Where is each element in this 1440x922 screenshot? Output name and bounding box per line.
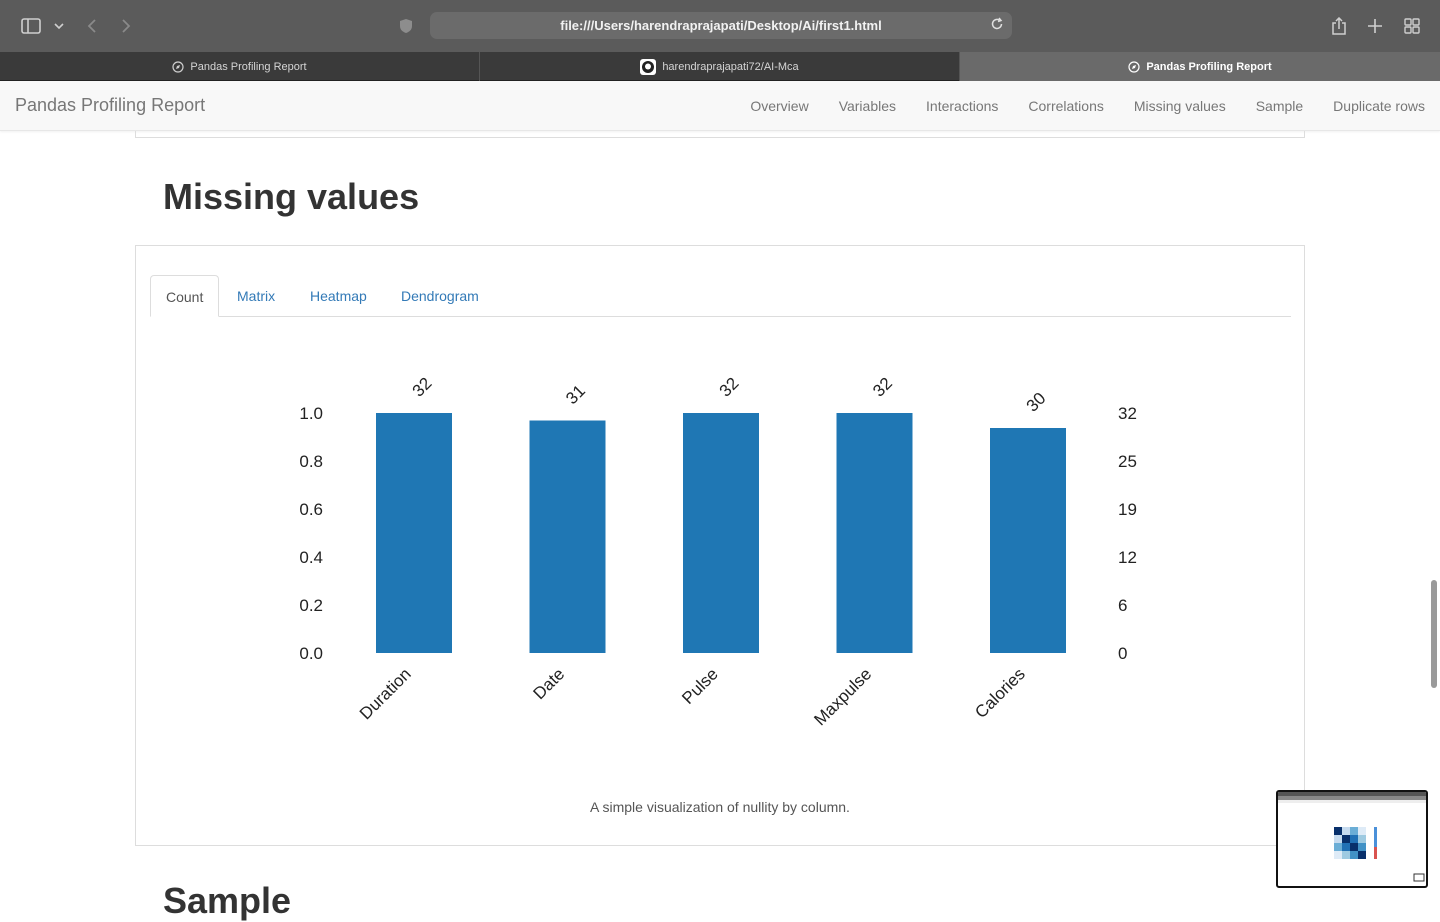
y-right-tick-label: 19 — [1118, 500, 1137, 519]
picture-in-picture-preview[interactable] — [1276, 790, 1428, 888]
page-scrollbar[interactable] — [1431, 580, 1437, 688]
chart-caption: A simple visualization of nullity by col… — [590, 799, 850, 815]
shield-icon[interactable] — [397, 14, 415, 38]
browser-tab-3[interactable]: Pandas Profiling Report — [960, 52, 1440, 81]
forward-icon[interactable] — [118, 14, 134, 38]
x-tick-label: Calories — [971, 664, 1029, 722]
bar-calories — [990, 428, 1066, 653]
y-left-tick-label: 1.0 — [299, 404, 323, 423]
nav-variables[interactable]: Variables — [824, 81, 911, 131]
nav-correlations[interactable]: Correlations — [1013, 81, 1118, 131]
report-brand[interactable]: Pandas Profiling Report — [15, 95, 205, 116]
report-navbar: Pandas Profiling Report Overview Variabl… — [0, 81, 1440, 131]
bar-date — [529, 420, 606, 653]
nav-interactions[interactable]: Interactions — [911, 81, 1013, 131]
bar-maxpulse — [836, 413, 913, 653]
x-tick-label: Maxpulse — [810, 664, 875, 729]
chevron-down-icon[interactable] — [52, 14, 66, 38]
address-bar[interactable]: file:///Users/harendraprajapati/Desktop/… — [430, 12, 1012, 39]
reload-icon[interactable] — [990, 17, 1004, 34]
x-tick-label: Pulse — [678, 664, 722, 708]
x-tick-label: Date — [529, 664, 568, 703]
bar-pulse — [683, 413, 759, 653]
y-right-tick-label: 0 — [1118, 644, 1127, 663]
browser-tab-1[interactable]: Pandas Profiling Report — [0, 52, 480, 81]
new-tab-icon[interactable] — [1366, 14, 1384, 38]
browser-tab-label: Pandas Profiling Report — [1146, 60, 1272, 73]
missing-count-chart: 32 Duration 31 Date 32 Pulse 32 Maxpulse 30 Calor… — [299, 374, 1137, 730]
data-label: 32 — [716, 374, 743, 401]
browser-tab-bar: Pandas Profiling Report harendraprajapat… — [0, 52, 1440, 81]
sidebar-toggle-icon[interactable] — [20, 14, 42, 38]
y-right-tick-label: 6 — [1118, 596, 1127, 615]
compass-icon — [172, 60, 185, 73]
nav-missing-values[interactable]: Missing values — [1119, 81, 1241, 131]
section-title: Missing values — [163, 176, 420, 217]
y-left-tick-label: 0.2 — [299, 596, 323, 615]
data-label: 31 — [562, 381, 589, 408]
y-left-tick-label: 0.4 — [299, 548, 323, 567]
navbar-links: Overview Variables Interactions Correlat… — [735, 81, 1440, 131]
url-text: file:///Users/harendraprajapati/Desktop/… — [560, 18, 882, 33]
nav-sample[interactable]: Sample — [1241, 81, 1318, 131]
compass-icon — [1128, 60, 1140, 73]
bar-duration — [376, 413, 452, 653]
back-icon[interactable] — [84, 14, 100, 38]
github-icon — [640, 58, 657, 75]
data-label: 30 — [1023, 389, 1050, 416]
previous-section-box — [135, 131, 1305, 138]
x-tick-label: Duration — [356, 664, 415, 723]
y-left-tick-label: 0.0 — [299, 644, 323, 663]
nav-overview[interactable]: Overview — [735, 81, 823, 131]
y-right-tick-label: 12 — [1118, 548, 1137, 567]
browser-tab-label: Pandas Profiling Report — [190, 60, 307, 73]
y-left-tick-label: 0.6 — [299, 500, 323, 519]
next-section-title: Sample — [163, 880, 292, 921]
missing-values-panel: Count Matrix Heatmap Dendrogram 32 Durati… — [135, 245, 1305, 846]
preview-thumbnail-icon — [1278, 792, 1426, 882]
browser-tab-label: harendraprajapati72/AI-Mca — [662, 60, 799, 73]
y-right-tick-label: 32 — [1118, 404, 1137, 423]
y-right-tick-label: 25 — [1118, 452, 1137, 471]
browser-toolbar: file:///Users/harendraprajapati/Desktop/… — [0, 0, 1440, 52]
share-icon[interactable] — [1330, 14, 1348, 38]
browser-tab-2[interactable]: harendraprajapati72/AI-Mca — [480, 52, 960, 81]
data-label: 32 — [409, 374, 436, 401]
tab-overview-icon[interactable] — [1403, 14, 1421, 38]
y-left-tick-label: 0.8 — [299, 452, 323, 471]
data-label: 32 — [869, 374, 896, 401]
nav-duplicate-rows[interactable]: Duplicate rows — [1318, 81, 1440, 131]
